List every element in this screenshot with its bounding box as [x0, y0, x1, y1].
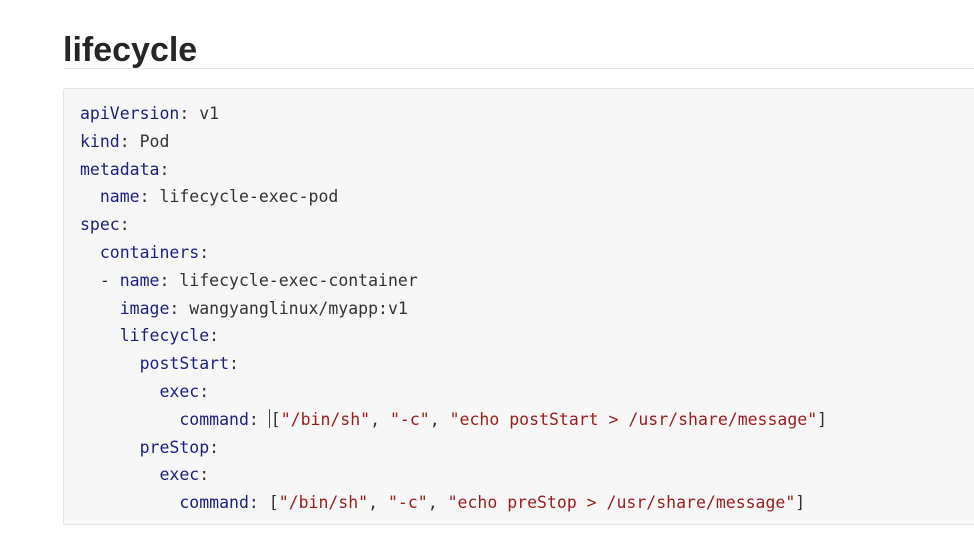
code-line: lifecycle: — [80, 322, 827, 350]
yaml-colon: : — [248, 409, 259, 429]
yaml-key: image — [119, 298, 170, 318]
yaml-string: "echo postStart > /usr/share/message" — [449, 409, 818, 429]
yaml-string: "-c" — [389, 409, 430, 429]
yaml-space — [189, 104, 199, 123]
yaml-bracket-close: ] — [817, 409, 828, 429]
yaml-colon: : — [119, 215, 130, 235]
code-line: metadata: — [80, 156, 827, 184]
yaml-bracket-close: ] — [795, 493, 806, 513]
yaml-colon: : — [169, 298, 180, 318]
yaml-key: metadata — [80, 159, 160, 179]
yaml-string: "-c" — [387, 493, 428, 513]
yaml-colon: : — [209, 326, 220, 346]
code-line: command: ["/bin/sh", "-c", "echo preStop… — [80, 489, 827, 517]
yaml-space — [259, 410, 269, 429]
yaml-key: postStart — [139, 354, 230, 374]
yaml-colon: : — [229, 354, 239, 374]
code-line: apiVersion: v1 — [80, 100, 827, 128]
yaml-value: Pod — [139, 131, 170, 151]
yaml-space — [150, 187, 160, 206]
section-heading: lifecycle — [63, 31, 198, 69]
code-indent: - — [80, 270, 120, 290]
yaml-key: spec — [80, 215, 120, 235]
yaml-value: lifecycle-exec-container — [179, 270, 418, 290]
yaml-colon: : — [179, 104, 190, 123]
page: lifecycle apiVersion: v1 kind: Pod metadat… — [0, 0, 974, 534]
yaml-string: "/bin/sh" — [278, 493, 369, 513]
yaml-space — [259, 493, 269, 512]
yaml-key: exec — [159, 381, 200, 401]
code-line: containers: — [80, 239, 827, 267]
yaml-comma: , — [368, 493, 388, 513]
yaml-comma: , — [427, 493, 448, 513]
yaml-key: lifecycle — [119, 326, 210, 346]
code-line: exec: — [80, 378, 827, 406]
yaml-key: apiVersion — [80, 104, 180, 123]
code-block[interactable]: apiVersion: v1 kind: Pod metadata: name: l… — [63, 88, 974, 525]
code-line: image: wangyanglinux/myapp:v1 — [80, 295, 827, 323]
text-cursor — [268, 408, 270, 428]
yaml-value: v1 — [199, 104, 220, 123]
yaml-comma: , — [429, 409, 450, 429]
code-line: exec: — [80, 461, 827, 489]
yaml-key: exec — [159, 465, 200, 485]
yaml-bracket-open: [ — [270, 409, 281, 429]
yaml-string: "echo preStop > /usr/share/message" — [447, 493, 796, 513]
yaml-colon: : — [159, 270, 170, 290]
yaml-key: kind — [80, 131, 120, 151]
code-line: command: ["/bin/sh", "-c", "echo postSta… — [80, 406, 827, 434]
yaml-colon: : — [248, 493, 259, 513]
yaml-key: name — [119, 270, 160, 290]
yaml-colon: : — [199, 381, 210, 401]
yaml-code: apiVersion: v1 kind: Pod metadata: name: l… — [80, 100, 827, 517]
yaml-value: wangyanglinux/myapp:v1 — [189, 298, 408, 318]
yaml-key: command — [179, 409, 249, 429]
yaml-value: lifecycle-exec-pod — [159, 187, 339, 207]
code-line: postStart: — [80, 350, 827, 378]
yaml-key: preStop — [139, 437, 210, 457]
yaml-key: containers — [99, 242, 200, 262]
code-line: preStop: — [80, 434, 827, 462]
yaml-colon: : — [199, 242, 210, 262]
yaml-space — [169, 271, 179, 290]
yaml-space — [130, 132, 140, 151]
yaml-space — [179, 299, 189, 318]
yaml-comma: , — [370, 409, 390, 429]
yaml-colon: : — [139, 187, 150, 207]
yaml-bracket-open: [ — [268, 493, 279, 513]
code-line: name: lifecycle-exec-pod — [80, 183, 827, 211]
yaml-key: command — [179, 493, 249, 513]
code-line: spec: — [80, 211, 827, 239]
yaml-colon: : — [209, 437, 220, 457]
yaml-string: "/bin/sh" — [280, 409, 371, 429]
yaml-colon: : — [199, 465, 210, 485]
yaml-colon: : — [159, 159, 170, 179]
yaml-key: name — [99, 187, 140, 207]
yaml-colon: : — [119, 131, 130, 151]
code-line: - name: lifecycle-exec-container — [80, 267, 827, 295]
heading-divider — [63, 68, 974, 69]
code-line: kind: Pod — [80, 128, 827, 156]
